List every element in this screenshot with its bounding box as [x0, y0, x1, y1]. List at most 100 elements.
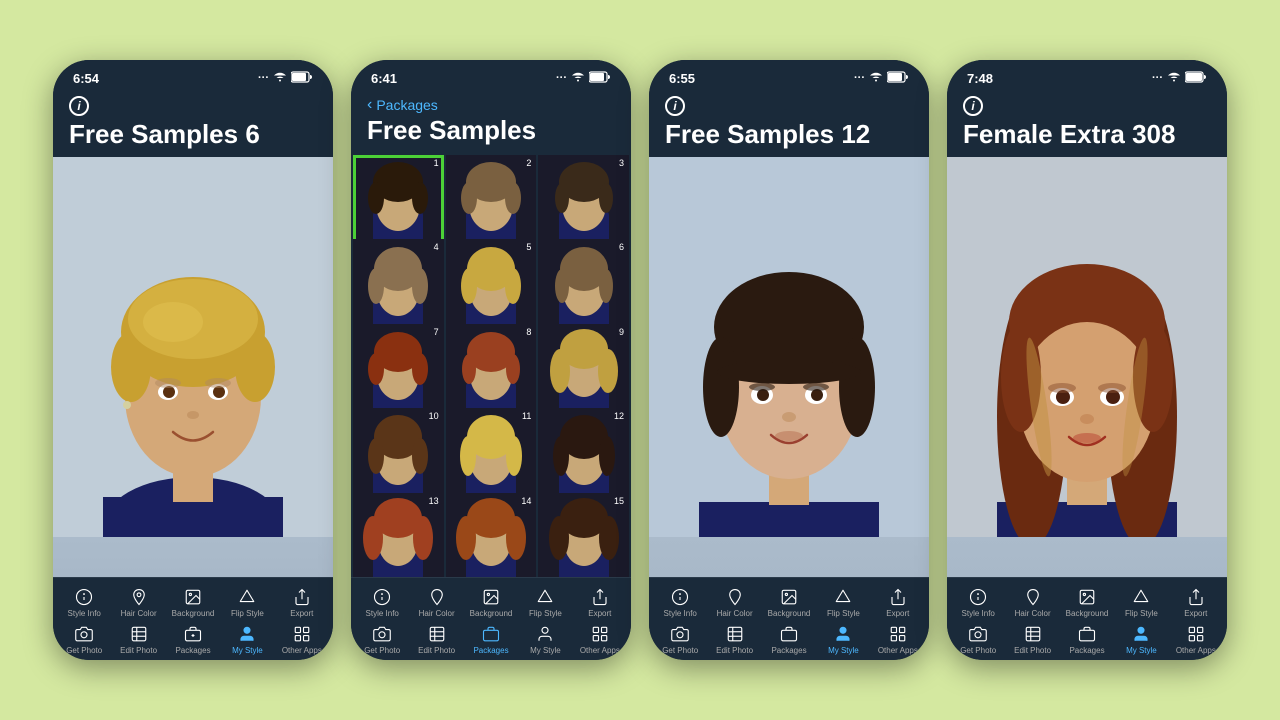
get-photo-btn-3[interactable]: Get Photo [653, 623, 707, 656]
edit-photo-label-2: Edit Photo [418, 647, 455, 656]
flip-style-btn-2[interactable]: Flip Style [518, 586, 572, 619]
export-btn-4[interactable]: Export [1169, 586, 1223, 619]
packages-icon-1 [182, 623, 204, 645]
hair-color-btn-2[interactable]: Hair Color [409, 586, 463, 619]
export-btn-2[interactable]: Export [573, 586, 627, 619]
background-btn-4[interactable]: Background [1060, 586, 1114, 619]
get-photo-btn-4[interactable]: Get Photo [951, 623, 1005, 656]
app-header-2: ‹ Packages Free Samples [351, 90, 631, 153]
app-title-3: Free Samples 12 [665, 120, 913, 149]
get-photo-btn-2[interactable]: Get Photo [355, 623, 409, 656]
edit-photo-icon-2 [426, 623, 448, 645]
other-apps-icon-4 [1185, 623, 1207, 645]
style-info-icon-3 [669, 586, 691, 608]
grid-cell-8[interactable]: 8 [446, 324, 537, 415]
style-info-btn-2[interactable]: Style Info [355, 586, 409, 619]
grid-cell-15[interactable]: 15 [538, 493, 629, 578]
grid-cell-3[interactable]: 3 [538, 155, 629, 246]
edit-photo-btn-1[interactable]: Edit Photo [111, 623, 165, 656]
flip-style-icon-2 [534, 586, 556, 608]
flip-style-label-3: Flip Style [827, 610, 860, 619]
other-apps-btn-2[interactable]: Other Apps [573, 623, 627, 656]
my-style-label-1: My Style [232, 647, 263, 656]
other-apps-label-4: Other Apps [1176, 647, 1216, 656]
export-label-4: Export [1184, 610, 1207, 619]
my-style-btn-1[interactable]: My Style [220, 623, 274, 656]
grid-cell-10[interactable]: 10 [353, 408, 444, 499]
flip-style-btn-4[interactable]: Flip Style [1114, 586, 1168, 619]
other-apps-btn-4[interactable]: Other Apps [1169, 623, 1223, 656]
info-icon-4[interactable]: i [963, 96, 983, 116]
status-icons-2: ··· [556, 71, 611, 86]
style-info-btn-4[interactable]: Style Info [951, 586, 1005, 619]
hair-color-btn-4[interactable]: Hair Color [1005, 586, 1059, 619]
hair-color-icon-1 [128, 586, 150, 608]
grid-cell-4[interactable]: 4 [353, 239, 444, 330]
wifi-icon-1 [273, 71, 287, 86]
grid-cell-5[interactable]: 5 [446, 239, 537, 330]
hair-color-label-3: Hair Color [717, 610, 753, 619]
other-apps-btn-1[interactable]: Other Apps [275, 623, 329, 656]
app-title-1: Free Samples 6 [69, 120, 317, 149]
toolbar-row-top-3: Style Info Hair Color Background [649, 584, 929, 621]
grid-cell-11[interactable]: 11 [446, 408, 537, 499]
style-info-btn-3[interactable]: Style Info [653, 586, 707, 619]
hair-color-icon-2 [426, 586, 448, 608]
flip-style-btn-1[interactable]: Flip Style [220, 586, 274, 619]
my-style-btn-4[interactable]: My Style [1114, 623, 1168, 656]
grid-cell-13[interactable]: 13 [353, 493, 444, 578]
status-bar-1: 6:54 ··· [53, 60, 333, 90]
back-arrow-icon-2: ‹ [367, 96, 372, 114]
other-apps-icon-2 [589, 623, 611, 645]
main-content-3 [649, 157, 929, 578]
hair-color-btn-3[interactable]: Hair Color [707, 586, 761, 619]
export-label-3: Export [886, 610, 909, 619]
background-btn-2[interactable]: Background [464, 586, 518, 619]
background-icon-4 [1076, 586, 1098, 608]
get-photo-btn-1[interactable]: Get Photo [57, 623, 111, 656]
my-style-btn-2[interactable]: My Style [518, 623, 572, 656]
my-style-btn-3[interactable]: My Style [816, 623, 870, 656]
photo-display-4 [947, 157, 1227, 578]
packages-btn-3[interactable]: Packages [762, 623, 816, 656]
edit-photo-btn-3[interactable]: Edit Photo [707, 623, 761, 656]
grid-cell-9[interactable]: 9 [538, 324, 629, 415]
info-icon-3[interactable]: i [665, 96, 685, 116]
export-icon-3 [887, 586, 909, 608]
packages-btn-1[interactable]: Packages [166, 623, 220, 656]
grid-cell-14[interactable]: 14 [446, 493, 537, 578]
packages-label-1: Packages [175, 647, 210, 656]
edit-photo-btn-4[interactable]: Edit Photo [1005, 623, 1059, 656]
other-apps-btn-3[interactable]: Other Apps [871, 623, 925, 656]
toolbar-row-bottom-3: Get Photo Edit Photo Packages [649, 621, 929, 658]
signal-icon-2: ··· [556, 72, 567, 84]
packages-btn-4[interactable]: Packages [1060, 623, 1114, 656]
hair-color-icon-4 [1022, 586, 1044, 608]
flip-style-btn-3[interactable]: Flip Style [816, 586, 870, 619]
other-apps-icon-1 [291, 623, 313, 645]
info-icon-1[interactable]: i [69, 96, 89, 116]
grid-cell-6[interactable]: 6 [538, 239, 629, 330]
hair-color-btn-1[interactable]: Hair Color [111, 586, 165, 619]
style-info-btn-1[interactable]: Style Info [57, 586, 111, 619]
my-style-icon-3 [832, 623, 854, 645]
phones-container: 6:54 ··· i Free Samples 6 [33, 40, 1247, 680]
background-btn-1[interactable]: Background [166, 586, 220, 619]
flip-style-icon-3 [832, 586, 854, 608]
edit-photo-icon-3 [724, 623, 746, 645]
grid-cell-7[interactable]: 7 [353, 324, 444, 415]
grid-cell-2[interactable]: 2 [446, 155, 537, 246]
export-btn-1[interactable]: Export [275, 586, 329, 619]
grid-cell-12[interactable]: 12 [538, 408, 629, 499]
background-label-2: Background [470, 610, 513, 619]
export-btn-3[interactable]: Export [871, 586, 925, 619]
grid-cell-1[interactable]: 1 [353, 155, 444, 246]
flip-style-label-2: Flip Style [529, 610, 562, 619]
back-nav-2[interactable]: ‹ Packages [367, 96, 615, 114]
edit-photo-btn-2[interactable]: Edit Photo [409, 623, 463, 656]
toolbar-4: Style Info Hair Color Background [947, 577, 1227, 660]
background-btn-3[interactable]: Background [762, 586, 816, 619]
packages-btn-2[interactable]: Packages [464, 623, 518, 656]
export-icon-1 [291, 586, 313, 608]
my-style-label-4: My Style [1126, 647, 1157, 656]
